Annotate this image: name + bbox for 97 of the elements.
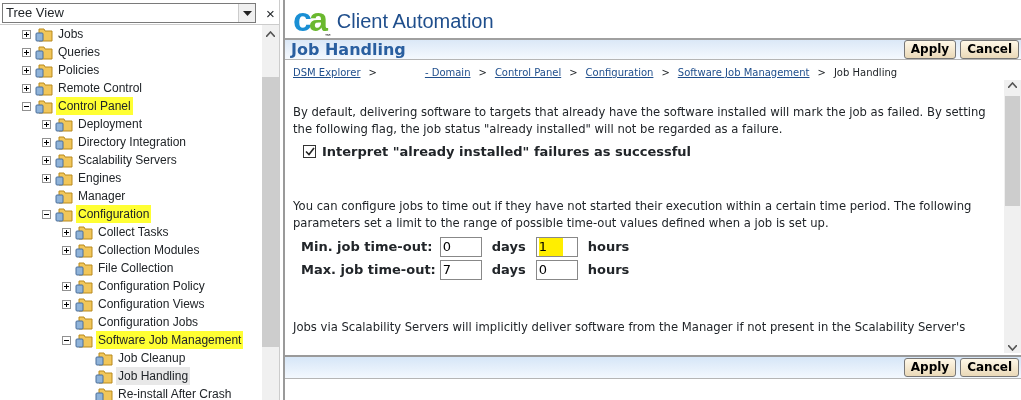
expand-toggle[interactable] bbox=[42, 155, 51, 165]
tree-item[interactable]: Scalability Servers bbox=[76, 151, 179, 169]
breadcrumb-link[interactable]: Control Panel bbox=[494, 67, 562, 78]
scroll-up-icon[interactable] bbox=[266, 31, 275, 37]
folder-icon bbox=[75, 296, 93, 312]
days-field[interactable]: 0 bbox=[439, 236, 482, 257]
folder-icon bbox=[35, 98, 53, 114]
folder-icon bbox=[75, 278, 93, 294]
folder-icon bbox=[75, 314, 93, 330]
checkbox[interactable] bbox=[303, 145, 316, 159]
breadcrumb-link[interactable]: Software Job Management bbox=[677, 67, 810, 78]
folder-icon bbox=[55, 170, 73, 186]
folder-icon bbox=[95, 350, 113, 366]
breadcrumb-separator: > bbox=[368, 67, 377, 78]
apply-button[interactable]: Apply bbox=[903, 40, 957, 59]
cancel-button[interactable]: Cancel bbox=[960, 358, 1019, 377]
tree-item[interactable]: Re-install After Crash bbox=[116, 385, 234, 400]
expand-toggle[interactable] bbox=[22, 47, 31, 57]
breadcrumb-link[interactable]: Configuration bbox=[585, 67, 654, 78]
folder-icon bbox=[75, 224, 93, 240]
tree-item[interactable]: Remote Control bbox=[56, 79, 145, 97]
expand-toggle[interactable] bbox=[62, 299, 71, 309]
description-text: Jobs via Scalability Servers will implicitly deliver software from the Manager if not present in the Scalability Server's bbox=[293, 318, 967, 336]
tree-item[interactable]: Control Panel bbox=[56, 97, 133, 115]
tree-item[interactable]: Collect Tasks bbox=[96, 223, 171, 241]
unit-label: hours bbox=[587, 261, 630, 277]
tree-item[interactable]: Engines bbox=[76, 169, 124, 187]
tree-item[interactable]: Manager bbox=[76, 187, 128, 205]
hours-field[interactable]: 1 bbox=[535, 236, 578, 257]
expand-toggle[interactable] bbox=[62, 227, 71, 237]
breadcrumb-separator: > bbox=[817, 67, 826, 78]
unit-label: hours bbox=[587, 238, 630, 254]
cancel-button[interactable]: Cancel bbox=[960, 40, 1019, 59]
tree-item[interactable]: Policies bbox=[56, 61, 102, 79]
folder-icon bbox=[55, 134, 73, 150]
breadcrumb-link[interactable]: - Domain bbox=[424, 67, 471, 78]
folder-icon bbox=[75, 332, 93, 348]
scroll-up-icon[interactable] bbox=[1008, 82, 1017, 88]
unit-label: days bbox=[491, 261, 526, 277]
folder-icon bbox=[55, 116, 73, 132]
expand-toggle[interactable] bbox=[62, 245, 71, 255]
breadcrumb-separator: > bbox=[569, 67, 578, 78]
tree-item[interactable]: Directory Integration bbox=[76, 133, 189, 151]
folder-icon bbox=[95, 386, 113, 400]
expand-toggle[interactable] bbox=[42, 173, 51, 183]
product-name: Client Automation bbox=[336, 9, 494, 34]
scroll-down-icon[interactable] bbox=[1008, 345, 1017, 351]
days-field[interactable]: 7 bbox=[439, 259, 482, 280]
tree-item[interactable]: Deployment bbox=[76, 115, 145, 133]
tree-item[interactable]: Configuration bbox=[76, 205, 152, 223]
checkbox-label: Interpret "already installed" failures as successful bbox=[322, 143, 692, 161]
collapse-toggle[interactable] bbox=[22, 101, 31, 111]
breadcrumb-separator: > bbox=[478, 67, 487, 78]
view-selector[interactable]: Tree View bbox=[2, 3, 256, 23]
breadcrumb-link[interactable]: DSM Explorer bbox=[293, 67, 361, 78]
tree-item[interactable]: Software Job Management bbox=[96, 331, 244, 349]
tree-item[interactable]: Jobs bbox=[56, 25, 86, 43]
tree-item[interactable]: File Collection bbox=[96, 259, 176, 277]
unit-label: days bbox=[491, 238, 526, 254]
hours-field[interactable]: 0 bbox=[535, 259, 578, 280]
page-title: Job Handling bbox=[291, 38, 406, 61]
folder-icon bbox=[75, 242, 93, 258]
tree-item[interactable]: Job Cleanup bbox=[116, 349, 188, 367]
field-label: Max. job time-out: bbox=[301, 261, 436, 277]
tree-item[interactable]: Configuration Policy bbox=[96, 277, 207, 295]
folder-icon bbox=[55, 152, 73, 168]
apply-button[interactable]: Apply bbox=[903, 358, 957, 377]
folder-icon bbox=[35, 44, 53, 60]
dropdown-caret-icon bbox=[242, 10, 252, 16]
tree-item[interactable]: Configuration Views bbox=[96, 295, 207, 313]
tree-item[interactable]: Configuration Jobs bbox=[96, 313, 201, 331]
description-text: You can configure jobs to time out if they have not started their execution within a certain time period. The following parameters set a limit to the range of possible time-out values defined when a job is set up. bbox=[293, 197, 973, 232]
scrollbar-thumb[interactable] bbox=[262, 77, 279, 347]
expand-toggle[interactable] bbox=[62, 281, 71, 291]
folder-icon bbox=[55, 206, 73, 222]
tree-item[interactable]: Queries bbox=[56, 43, 103, 61]
folder-icon bbox=[35, 62, 53, 78]
collapse-toggle[interactable] bbox=[62, 335, 71, 345]
description-text: By default, delivering software to targets that already have the software installed will mark the job as failed. By setting the following flag, the job status "already installed" will not be regarded as a failure. bbox=[293, 104, 987, 138]
tree-item[interactable]: Collection Modules bbox=[96, 241, 202, 259]
folder-icon bbox=[95, 368, 113, 384]
scrollbar-thumb[interactable] bbox=[1005, 96, 1020, 206]
breadcrumb-current: Job Handling bbox=[833, 67, 898, 78]
expand-toggle[interactable] bbox=[42, 119, 51, 129]
expand-toggle[interactable] bbox=[22, 83, 31, 93]
field-label: Min. job time-out: bbox=[301, 238, 433, 254]
expand-toggle[interactable] bbox=[42, 137, 51, 147]
folder-icon bbox=[55, 188, 73, 204]
folder-icon bbox=[35, 80, 53, 96]
folder-icon bbox=[35, 26, 53, 42]
close-button[interactable]: × bbox=[262, 5, 279, 21]
breadcrumb-separator: > bbox=[661, 67, 670, 78]
tree-item[interactable]: Job Handling bbox=[116, 367, 191, 385]
folder-icon bbox=[75, 260, 93, 276]
collapse-toggle[interactable] bbox=[42, 209, 51, 219]
expand-toggle[interactable] bbox=[22, 29, 31, 39]
expand-toggle[interactable] bbox=[22, 65, 31, 75]
